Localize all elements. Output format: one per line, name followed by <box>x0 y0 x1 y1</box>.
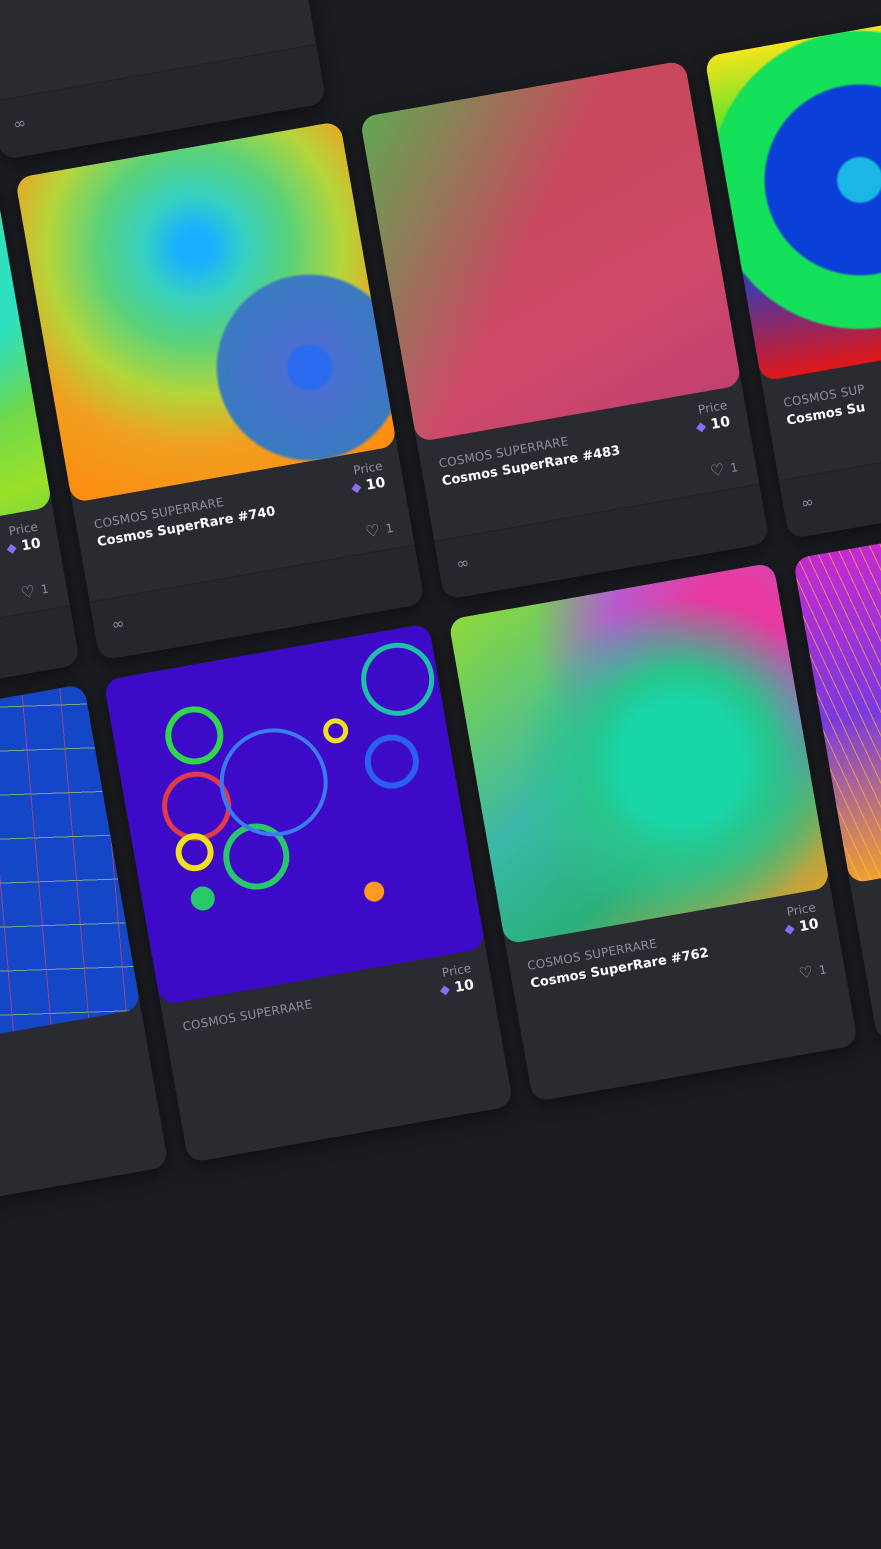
heart-icon[interactable]: ♡ <box>797 962 814 983</box>
nft-card[interactable]: COSMOS SUPERRARE Price ◆ 10 <box>103 623 514 1163</box>
card-footer <box>779 423 881 540</box>
likes[interactable]: ♡ 1 <box>709 457 740 480</box>
eth-icon: ◆ <box>438 981 452 999</box>
price-amount: 10 <box>709 413 732 433</box>
eth-icon: ◆ <box>350 479 363 496</box>
price-amount: 10 <box>364 474 387 494</box>
nft-card[interactable]: COSMOS SUPERRARE Cosmos SuperRare #762 P… <box>448 562 859 1103</box>
like-count: 1 <box>384 520 395 536</box>
price-value: ◆ 10 <box>350 475 387 497</box>
nft-artwork <box>359 60 742 443</box>
collection-name[interactable]: COSMOS SUPERRARE <box>182 997 314 1034</box>
nft-artwork <box>14 120 398 504</box>
nft-card[interactable]: COSMOS SUPERRARE Cosmos SuperRare #740 P… <box>14 120 425 661</box>
nft-artwork <box>0 0 299 3</box>
nft-artwork <box>103 623 486 1006</box>
nft-artwork <box>448 562 831 945</box>
heart-icon[interactable]: ♡ <box>709 459 726 480</box>
eth-icon: ◆ <box>694 418 708 436</box>
price-value: ◆ 10 <box>783 916 820 938</box>
nft-card[interactable]: COSMOS SUPERRARE Cosmos SuperRare #483 P… <box>359 60 770 600</box>
heart-icon[interactable]: ♡ <box>364 520 381 541</box>
likes[interactable]: ♡ 1 <box>797 959 828 983</box>
price-amount: 10 <box>453 976 476 996</box>
likes[interactable]: ♡ 1 <box>364 518 395 541</box>
price-amount: 10 <box>797 916 820 936</box>
like-count: 1 <box>729 459 740 475</box>
eth-icon: ◆ <box>5 540 18 557</box>
artwork-rings <box>162 642 435 911</box>
price-amount: 10 <box>20 535 43 555</box>
eth-icon: ◆ <box>783 920 796 938</box>
price-value: ◆ 10 <box>5 535 42 557</box>
nft-gallery-grid: ∞ Price ◆ 10 ♡ 1 COSMOS SUPERRARE Cosmos… <box>0 0 881 1549</box>
price-value: ◆ 10 <box>439 977 476 999</box>
price-value: ◆ 10 <box>695 414 732 436</box>
like-count: 1 <box>817 961 828 977</box>
like-count: 1 <box>39 581 50 597</box>
likes[interactable]: ♡ 1 <box>19 579 50 602</box>
heart-icon[interactable]: ♡ <box>19 581 36 602</box>
